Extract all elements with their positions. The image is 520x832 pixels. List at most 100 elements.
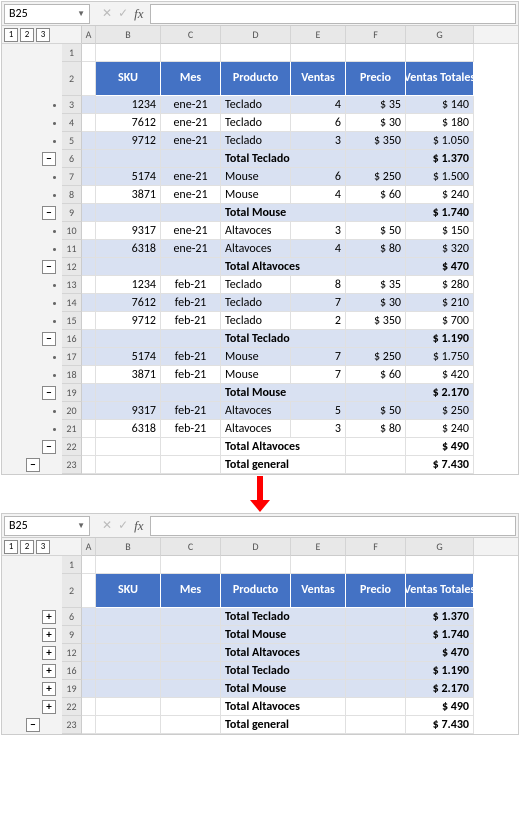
cell[interactable] [161,626,221,644]
col-header-E[interactable]: E [291,538,346,556]
outline-expand-button[interactable]: + [42,646,56,660]
row-header[interactable]: 11 [62,240,82,258]
row-header[interactable]: 6 [62,150,82,168]
col-header-F[interactable]: F [346,26,406,44]
cell-precio[interactable]: $ 50 [346,222,406,240]
cell-ventas[interactable]: 7 [291,294,346,312]
outline-expand-button[interactable]: + [42,610,56,624]
cell[interactable] [82,348,96,366]
col-header-C[interactable]: C [161,26,221,44]
cell[interactable] [291,556,346,574]
cell-precio[interactable]: $ 250 [346,348,406,366]
cell[interactable] [82,62,96,96]
col-header-B[interactable]: B [96,538,161,556]
row-header[interactable]: 22 [62,698,82,716]
cell-ventas-totales[interactable]: $ 320 [406,240,474,258]
cell-producto[interactable]: Altavoces [221,402,291,420]
cell[interactable] [82,150,96,168]
cell[interactable] [161,204,221,222]
cell-ventas[interactable]: 4 [291,240,346,258]
cell[interactable] [346,258,406,276]
cell-ventas-totales[interactable]: $ 240 [406,420,474,438]
outline-collapse-button[interactable]: − [26,718,40,732]
cell[interactable] [406,44,474,62]
cell-precio[interactable]: $ 30 [346,294,406,312]
subtotal-label[interactable]: Total Altavoces [221,258,346,276]
subtotal-value[interactable]: $ 490 [406,698,474,716]
cell-ventas-totales[interactable]: $ 180 [406,114,474,132]
col-header-D[interactable]: D [221,538,291,556]
subtotal-label[interactable]: Total Mouse [221,384,346,402]
cell-ventas[interactable]: 5 [291,402,346,420]
cell-ventas[interactable]: 8 [291,276,346,294]
cell[interactable] [161,44,221,62]
cell[interactable] [82,186,96,204]
outline-collapse-button[interactable]: − [42,260,56,274]
cell[interactable] [161,698,221,716]
cell[interactable] [96,680,161,698]
cell[interactable] [96,438,161,456]
cell-ventas-totales[interactable]: $ 140 [406,96,474,114]
subtotal-label[interactable]: Total Teclado [221,662,346,680]
cell-sku[interactable]: 3871 [96,186,161,204]
col-header-C[interactable]: C [161,538,221,556]
row-header[interactable]: 7 [62,168,82,186]
cell-mes[interactable]: ene-21 [161,168,221,186]
cell[interactable] [82,258,96,276]
cell[interactable] [82,204,96,222]
outline-expand-button[interactable]: + [42,664,56,678]
header-ventas[interactable]: Ventas [291,574,346,608]
cell[interactable] [346,662,406,680]
subtotal-value[interactable]: $ 7.430 [406,456,474,474]
cell[interactable] [82,698,96,716]
cell-mes[interactable]: ene-21 [161,114,221,132]
cell[interactable] [96,608,161,626]
col-header-F[interactable]: F [346,538,406,556]
cell-mes[interactable]: feb-21 [161,294,221,312]
cell[interactable] [346,644,406,662]
subtotal-value[interactable]: $ 7.430 [406,716,474,734]
outline-expand-button[interactable]: + [42,628,56,642]
cell-ventas[interactable]: 7 [291,348,346,366]
cell-sku[interactable]: 6318 [96,420,161,438]
cell[interactable] [82,402,96,420]
cell-producto[interactable]: Teclado [221,276,291,294]
cell[interactable] [96,384,161,402]
outline-collapse-button[interactable]: − [42,152,56,166]
cell[interactable] [82,330,96,348]
cell[interactable] [346,456,406,474]
cell[interactable] [82,608,96,626]
fx-icon[interactable]: fx [134,6,143,22]
header-mes[interactable]: Mes [161,574,221,608]
cell[interactable] [96,662,161,680]
cell-ventas[interactable]: 4 [291,186,346,204]
cell-ventas[interactable]: 6 [291,114,346,132]
subtotal-value[interactable]: $ 1.190 [406,330,474,348]
cell-ventas-totales[interactable]: $ 210 [406,294,474,312]
cell[interactable] [96,644,161,662]
col-header-G[interactable]: G [406,26,474,44]
cell[interactable] [82,114,96,132]
cell-ventas-totales[interactable]: $ 280 [406,276,474,294]
outline-expand-button[interactable]: + [42,700,56,714]
cell-ventas-totales[interactable]: $ 1.750 [406,348,474,366]
cell[interactable] [82,716,96,734]
cell-precio[interactable]: $ 350 [346,312,406,330]
col-header-B[interactable]: B [96,26,161,44]
cancel-icon[interactable]: ✕ [102,6,112,21]
cell[interactable] [82,312,96,330]
cell[interactable] [346,204,406,222]
outline-collapse-button[interactable]: − [42,386,56,400]
cell-ventas-totales[interactable]: $ 240 [406,186,474,204]
cell-producto[interactable]: Altavoces [221,420,291,438]
cell-ventas-totales[interactable]: $ 1.050 [406,132,474,150]
cell[interactable] [82,438,96,456]
cell-ventas[interactable]: 2 [291,312,346,330]
cell[interactable] [96,456,161,474]
outline-level-3[interactable]: 3 [36,540,50,554]
cell-mes[interactable]: feb-21 [161,420,221,438]
cell-mes[interactable]: feb-21 [161,276,221,294]
row-header[interactable]: 1 [62,44,82,62]
header-producto[interactable]: Producto [221,62,291,96]
row-header[interactable]: 1 [62,556,82,574]
